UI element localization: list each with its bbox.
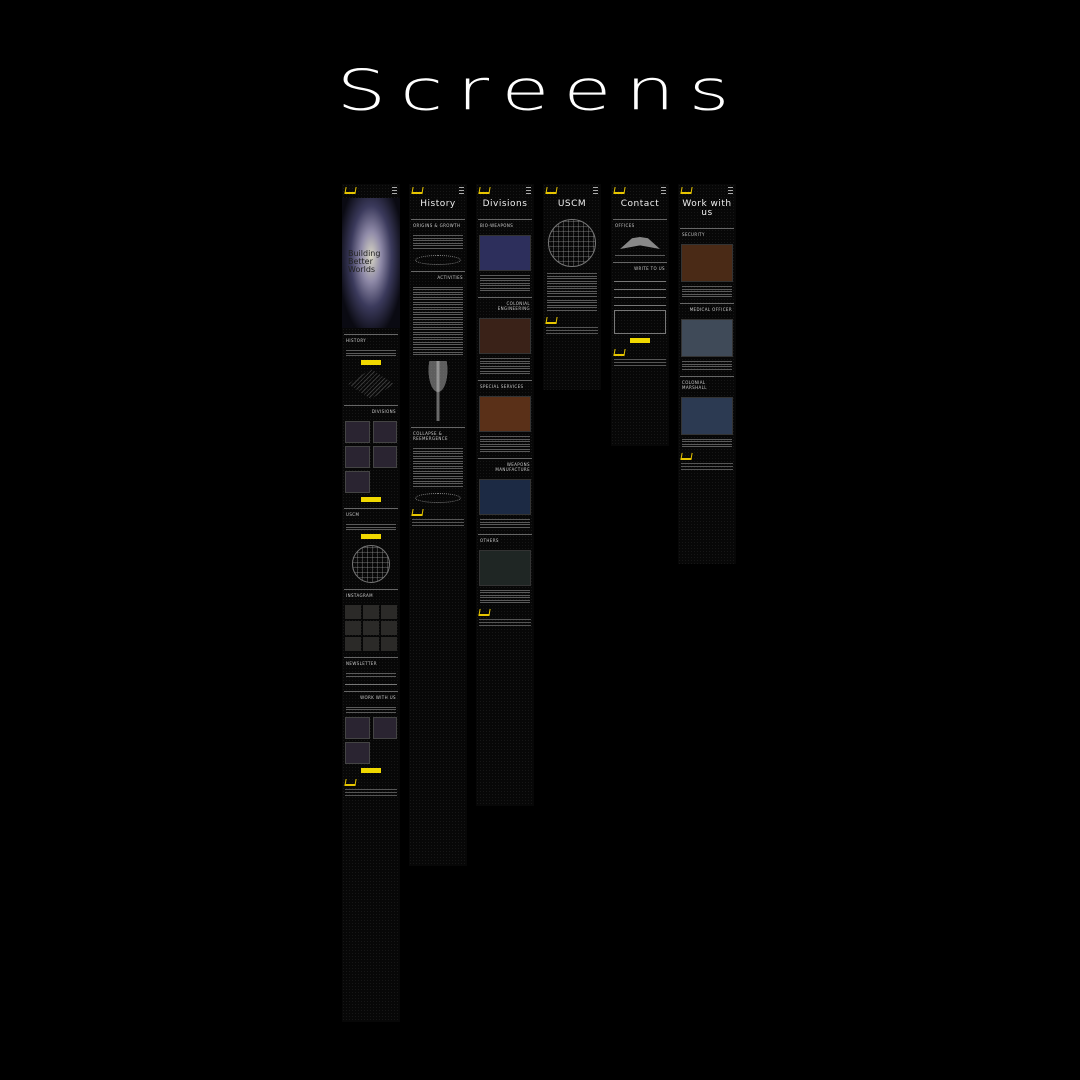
section-colonial-marshall: COLONIAL MARSHALL bbox=[680, 375, 734, 393]
jobs-grid bbox=[345, 716, 397, 764]
footer bbox=[478, 609, 531, 626]
section-instagram: INSTAGRAM bbox=[344, 589, 398, 601]
medical-image bbox=[681, 319, 733, 357]
send-button[interactable] bbox=[630, 338, 650, 343]
surname-input[interactable] bbox=[614, 286, 666, 290]
divisions-button[interactable] bbox=[361, 497, 381, 502]
subject-input[interactable] bbox=[614, 302, 666, 306]
section-others: OTHERS bbox=[478, 533, 532, 546]
screen-history: History ORIGINS & GROWTH ACTIVITIES COLL… bbox=[409, 184, 467, 866]
logo-icon[interactable] bbox=[613, 187, 626, 194]
bio-weapons-image bbox=[479, 235, 531, 271]
logo-icon[interactable] bbox=[411, 187, 424, 194]
learn-more-button[interactable] bbox=[361, 360, 381, 365]
section-uscm: USCM bbox=[344, 508, 398, 520]
logo-icon[interactable] bbox=[680, 187, 693, 194]
logo-icon[interactable] bbox=[478, 187, 491, 194]
screen-contact: Contact OFFICES WRITE TO US bbox=[611, 184, 669, 446]
page-title: History bbox=[420, 199, 456, 209]
footer bbox=[613, 349, 666, 366]
hero-title: Building Better Worlds bbox=[348, 249, 381, 274]
name-input[interactable] bbox=[614, 278, 666, 282]
email-input[interactable] bbox=[614, 294, 666, 298]
security-image bbox=[681, 244, 733, 282]
section-medical-officer: MEDICAL OFFICER bbox=[680, 303, 734, 315]
newsletter-email-input[interactable] bbox=[345, 681, 397, 685]
menu-icon[interactable] bbox=[392, 187, 397, 194]
menu-icon[interactable] bbox=[593, 187, 598, 194]
ring-image bbox=[415, 492, 461, 503]
screen-work-with-us: Work with us SECURITY MEDICAL OFFICER CO… bbox=[678, 184, 736, 564]
section-work-with-us: WORK WITH US bbox=[344, 690, 398, 703]
section-special-services: SPECIAL SERVICES bbox=[478, 380, 532, 392]
special-services-image bbox=[479, 396, 531, 432]
section-history: HISTORY bbox=[344, 334, 398, 346]
footer bbox=[411, 508, 464, 526]
page-title: Divisions bbox=[482, 199, 528, 209]
message-textarea[interactable] bbox=[614, 310, 666, 334]
section-weapons-manufacture: WEAPONS MANUFACTURE bbox=[478, 458, 532, 475]
page-title: Work with us bbox=[682, 199, 732, 218]
globe-image bbox=[548, 219, 596, 267]
jobs-button[interactable] bbox=[361, 767, 381, 773]
weapons-image bbox=[479, 479, 531, 515]
menu-icon[interactable] bbox=[728, 187, 733, 194]
section-divisions: DIVISIONS bbox=[344, 405, 398, 417]
engineering-image bbox=[479, 318, 531, 354]
section-activities: ACTIVITIES bbox=[411, 270, 465, 283]
logo-icon[interactable] bbox=[344, 187, 357, 194]
section-write-to-us: WRITE TO US bbox=[613, 262, 667, 274]
section-security: SECURITY bbox=[680, 228, 734, 240]
section-bio-weapons: BIO-WEAPONS bbox=[478, 219, 532, 231]
section-offices: OFFICES bbox=[613, 219, 667, 231]
footer bbox=[680, 453, 733, 470]
section-colonial-engineering: COLONIAL ENGINEERING bbox=[478, 297, 532, 314]
menu-icon[interactable] bbox=[526, 187, 531, 194]
screen-uscm: USCM bbox=[543, 184, 601, 390]
platform-image bbox=[415, 254, 461, 265]
instagram-grid bbox=[345, 605, 397, 651]
marshall-image bbox=[681, 396, 733, 435]
page-title: Contact bbox=[620, 199, 660, 209]
page-heading: Screens bbox=[336, 58, 744, 124]
screen-home: Building Better Worlds HISTORY DIVISIONS… bbox=[342, 184, 400, 1022]
others-image bbox=[479, 549, 531, 586]
footer bbox=[344, 778, 397, 796]
hero-banner: Building Better Worlds bbox=[342, 198, 400, 328]
page-title: USCM bbox=[557, 199, 587, 209]
screen-divisions: Divisions BIO-WEAPONS COLONIAL ENGINEERI… bbox=[476, 184, 534, 806]
footer bbox=[545, 316, 598, 334]
uscm-button[interactable] bbox=[361, 534, 381, 539]
section-newsletter: NEWSLETTER bbox=[344, 657, 398, 669]
logo-icon[interactable] bbox=[545, 187, 558, 194]
globe-image bbox=[352, 545, 390, 583]
section-collapse: COLLAPSE & REEMERGENCE bbox=[411, 427, 465, 444]
tower-image bbox=[416, 361, 460, 421]
menu-icon[interactable] bbox=[661, 187, 666, 194]
menu-icon[interactable] bbox=[459, 187, 464, 194]
section-origins: ORIGINS & GROWTH bbox=[411, 219, 465, 231]
divisions-grid bbox=[345, 421, 397, 493]
